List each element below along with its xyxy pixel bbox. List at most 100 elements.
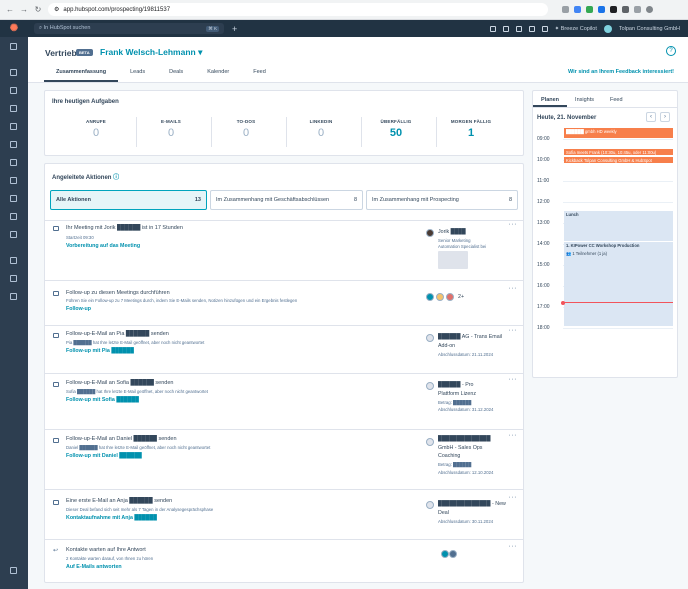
extension-icon[interactable] — [622, 6, 629, 13]
deal-name-cont: GmbH - Sales Ops — [438, 445, 483, 451]
reporting-icon[interactable] — [10, 195, 17, 202]
calendar-panel: Planen Insights Feed Heute, 21. November… — [532, 90, 678, 378]
apps-icon[interactable] — [10, 293, 17, 300]
back-icon[interactable]: ← — [6, 5, 14, 14]
calendar-event[interactable]: 1. KIPower CC Workshop Production 👥 1 Te… — [564, 242, 673, 326]
marketplace-icon[interactable] — [502, 25, 509, 32]
hour-label: 18:00 — [537, 325, 550, 331]
library-icon[interactable] — [10, 231, 17, 238]
owner-dropdown[interactable]: Frank Welsch-Lehmann ▾ — [100, 47, 202, 58]
templates-icon[interactable] — [10, 275, 17, 282]
marketing-icon[interactable] — [10, 105, 17, 112]
stat-value: 50 — [389, 127, 403, 139]
forward-icon[interactable]: → — [20, 5, 28, 14]
collapse-icon[interactable] — [10, 257, 17, 264]
calendar-event[interactable]: Kickback Tolpan Consulting GmbH & HubSpo… — [564, 157, 673, 163]
calendar-event[interactable]: Lunch — [564, 211, 673, 241]
task-stat-due-tomorrow[interactable]: MORGEN FÄLLIG 1 — [441, 119, 501, 139]
sales-icon[interactable] — [10, 141, 17, 148]
task-stat-overdue[interactable]: ÜBERFÄLLIG 50 — [366, 119, 426, 139]
dashboard-icon[interactable] — [10, 69, 17, 76]
tab-insights[interactable]: Insights — [567, 91, 602, 107]
action-link[interactable]: Follow-up — [66, 306, 91, 312]
address-bar[interactable]: ⚙ app.hubspot.com/prospecting/19811537 — [48, 3, 548, 16]
action-link[interactable]: Vorbereitung auf das Meeting — [66, 243, 140, 249]
profile-icon[interactable] — [646, 6, 653, 13]
divider — [361, 117, 362, 147]
contacts-icon[interactable] — [10, 87, 17, 94]
left-sidebar — [0, 37, 28, 589]
bookmark-icon[interactable] — [10, 43, 17, 50]
data-icon[interactable] — [10, 213, 17, 220]
site-info-icon[interactable]: ⚙ — [54, 6, 59, 13]
deal-icon — [426, 438, 434, 446]
reload-icon[interactable]: ↻ — [34, 5, 42, 14]
task-stat-linkedin[interactable]: LINKEDIN 0 — [291, 119, 351, 139]
filter-deals[interactable]: Im Zusammenhang mit Geschäftsabschlüssen… — [210, 190, 363, 210]
tab-calendar-feed[interactable]: Feed — [602, 91, 631, 107]
action-link[interactable]: Follow-up mit Pia ██████ — [66, 348, 134, 354]
task-stat-calls[interactable]: ANRUFE 0 — [66, 119, 126, 139]
next-day-button[interactable]: › — [660, 112, 670, 122]
contact-name[interactable]: Jorik ████ — [438, 229, 466, 235]
settings-icon[interactable] — [528, 25, 535, 32]
create-icon[interactable]: + — [232, 24, 237, 34]
notifications-icon[interactable] — [541, 25, 548, 32]
tab-planen[interactable]: Planen — [533, 91, 568, 107]
deal-name[interactable]: ██████ AG - Trans Email — [438, 334, 502, 340]
extension-icon[interactable] — [610, 6, 617, 13]
search-input[interactable]: ⌕ In HubSpot suchen ⌘ K — [34, 23, 224, 34]
more-options-icon[interactable]: ··· — [509, 494, 518, 501]
deal-name-cont: Plattform Lizenz — [438, 391, 476, 397]
filter-prospecting[interactable]: Im Zusammenhang mit Prospecting 8 — [366, 190, 518, 210]
filter-all-actions[interactable]: Alle Aktionen 13 — [50, 190, 207, 210]
more-options-icon[interactable]: ··· — [509, 432, 518, 439]
calendar-event[interactable]: ██████ gmbh HD weekly — [564, 128, 673, 138]
tasks-title: Ihre heutigen Aufgaben — [52, 99, 119, 105]
help-icon[interactable] — [515, 25, 522, 32]
deal-name[interactable]: ██████████████ - New — [438, 501, 506, 507]
calendar-event[interactable]: Sofia meets Frank (10:30u, 10:45u, oder … — [564, 149, 673, 155]
extension-icon[interactable] — [634, 6, 641, 13]
action-link[interactable]: Kontaktaufnahme mit Anja ██████ — [66, 515, 157, 521]
extension-icon[interactable] — [562, 6, 569, 13]
extension-icon[interactable] — [586, 6, 593, 13]
tab-leads[interactable]: Leads — [118, 69, 157, 82]
copilot-button[interactable]: ✦ Breeze Copilot — [555, 26, 597, 32]
info-icon[interactable]: ⓘ — [113, 175, 119, 181]
deal-name[interactable]: ██████████████ — [438, 436, 491, 442]
hubspot-logo[interactable]: ✺ — [0, 20, 28, 37]
avatar[interactable] — [603, 24, 612, 33]
prev-day-button[interactable]: ‹ — [646, 112, 656, 122]
action-link[interactable]: Follow-up mit Sofia ██████ — [66, 397, 139, 403]
task-stat-todos[interactable]: TO-DOS 0 — [216, 119, 276, 139]
more-options-icon[interactable]: ··· — [509, 543, 518, 550]
tab-deals[interactable]: Deals — [157, 69, 195, 82]
task-stat-emails[interactable]: E-MAILS 0 — [141, 119, 201, 139]
more-options-icon[interactable]: ··· — [509, 285, 518, 292]
feedback-link[interactable]: Wir sind an Ihrem Feedback interessiert! — [568, 69, 674, 75]
action-link[interactable]: Follow-up mit Daniel ██████ — [66, 453, 142, 459]
more-options-icon[interactable]: ··· — [509, 327, 518, 334]
action-title: Eine erste E-Mail an Anja ██████ senden — [66, 498, 173, 504]
account-name[interactable]: Tolpan Consulting GmbH — [619, 26, 680, 32]
service-icon[interactable] — [10, 159, 17, 166]
stat-label: ANRUFE — [86, 119, 106, 124]
deal-name[interactable]: ██████ - Pro — [438, 382, 473, 388]
hour-line — [563, 139, 673, 140]
content-icon[interactable] — [10, 123, 17, 130]
tab-feed[interactable]: Feed — [241, 69, 278, 82]
extension-icon[interactable] — [574, 6, 581, 13]
expand-icon[interactable] — [10, 567, 17, 574]
automation-icon[interactable] — [10, 177, 17, 184]
more-options-icon[interactable]: ··· — [509, 376, 518, 383]
help-button[interactable]: ? — [666, 46, 676, 56]
action-link[interactable]: Auf E-Mails antworten — [66, 564, 122, 570]
calling-icon[interactable] — [489, 25, 496, 32]
copilot-label: Breeze Copilot — [560, 25, 597, 32]
more-options-icon[interactable]: ··· — [509, 221, 518, 228]
action-subtitle: Führen Sie ein Follow-up zu 7 Meetings d… — [66, 298, 298, 303]
extension-icon[interactable] — [598, 6, 605, 13]
tab-kalender[interactable]: Kalender — [195, 69, 241, 82]
tab-zusammenfassung[interactable]: Zusammenfassung — [44, 69, 119, 82]
